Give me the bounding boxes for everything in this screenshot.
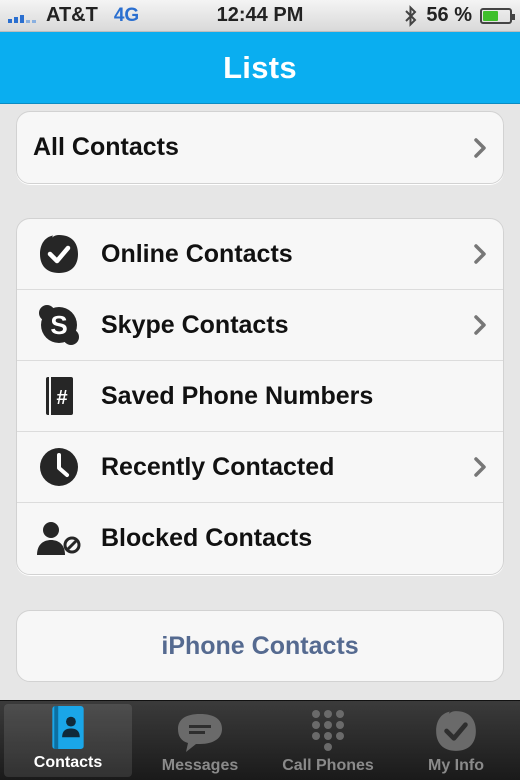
tab-label: Messages xyxy=(161,757,239,774)
status-bar: AT&T 4G 12:44 PM 56 % xyxy=(0,0,520,32)
chevron-right-icon xyxy=(474,137,486,158)
list-item-label: Online Contacts xyxy=(101,239,293,268)
battery-icon xyxy=(480,7,515,24)
online-check-icon xyxy=(17,232,101,276)
list-item-all-contacts[interactable]: All Contacts xyxy=(17,112,503,183)
blocked-user-icon xyxy=(17,517,101,561)
signal-icon xyxy=(8,9,36,23)
tab-contacts[interactable]: Contacts xyxy=(4,704,132,777)
chevron-right-icon xyxy=(474,457,486,477)
status-right: 56 % xyxy=(404,4,515,27)
all-contacts-card: All Contacts xyxy=(16,111,504,184)
svg-text:#: # xyxy=(56,387,67,409)
list-item-label: All Contacts xyxy=(33,133,179,161)
chevron-right-icon xyxy=(474,315,486,335)
status-left: AT&T 4G xyxy=(8,4,139,27)
battery-fill xyxy=(483,10,498,21)
list-item-label: Blocked Contacts xyxy=(101,524,313,552)
lists-card: Online Contacts S Skype Contacts # Saved… xyxy=(16,218,504,575)
list-item-label: Skype Contacts xyxy=(101,310,289,339)
iphone-contacts-label: iPhone Contacts xyxy=(161,631,359,660)
dialpad-icon xyxy=(312,710,344,751)
list-item-label: Recently Contacted xyxy=(101,452,335,481)
contacts-book-icon xyxy=(52,705,84,750)
tab-bar: Contacts Messages Call Phones My Info xyxy=(0,700,520,780)
chat-bubble-icon xyxy=(178,714,222,752)
my-info-check-icon xyxy=(436,711,476,751)
iphone-contacts-button[interactable]: iPhone Contacts xyxy=(16,610,504,682)
tab-messages[interactable]: Messages xyxy=(136,701,264,780)
carrier-label: AT&T xyxy=(46,4,98,26)
tab-label: My Info xyxy=(428,757,484,774)
chevron-right-icon xyxy=(474,244,486,264)
bluetooth-icon xyxy=(405,4,417,27)
clock-icon xyxy=(17,445,101,489)
battery-percent: 56 % xyxy=(426,4,472,26)
skype-icon: S xyxy=(17,303,101,347)
nav-bar: Lists xyxy=(0,32,520,104)
list-item-blocked-contacts[interactable]: Blocked Contacts xyxy=(17,503,503,574)
list-item-skype-contacts[interactable]: S Skype Contacts xyxy=(17,290,503,361)
list-item-online-contacts[interactable]: Online Contacts xyxy=(17,219,503,290)
phonebook-hash-icon: # xyxy=(17,374,101,418)
tab-label: Contacts xyxy=(33,754,103,771)
tab-call-phones[interactable]: Call Phones xyxy=(264,701,392,780)
tab-label: Call Phones xyxy=(282,757,374,774)
tab-my-info[interactable]: My Info xyxy=(392,701,520,780)
list-item-saved-phone-numbers[interactable]: # Saved Phone Numbers xyxy=(17,361,503,432)
network-label: 4G xyxy=(113,4,140,26)
list-item-recently-contacted[interactable]: Recently Contacted xyxy=(17,432,503,503)
page-title: Lists xyxy=(223,49,297,85)
svg-text:S: S xyxy=(50,310,67,340)
list-item-label: Saved Phone Numbers xyxy=(101,381,374,410)
